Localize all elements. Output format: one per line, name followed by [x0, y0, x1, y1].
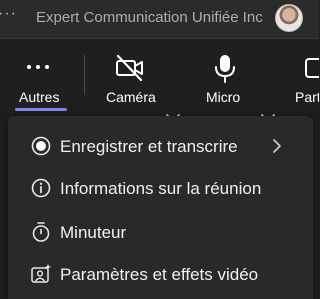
menu-item-label: Paramètres et effets vidéo	[60, 265, 259, 284]
menu-item-label: Minuteur	[60, 223, 127, 242]
microphone-icon	[215, 55, 235, 83]
avatar[interactable]	[275, 4, 303, 32]
more-dots-icon	[27, 65, 49, 69]
record-icon	[31, 136, 51, 156]
more-options-icon[interactable]: ···	[0, 5, 17, 23]
share-label: Parta	[295, 89, 319, 105]
title-bar: ··· Expert Communication Unifiée Inc	[0, 0, 319, 39]
more-actions-label: Autres	[19, 89, 60, 105]
microphone-button[interactable]: Micro	[200, 39, 250, 111]
more-actions-menu: Enregistrer et transcrire Informations s…	[8, 116, 313, 299]
timer-icon	[32, 222, 50, 242]
camera-label: Caméra	[106, 89, 156, 105]
meeting-title: Expert Communication Unifiée Inc	[36, 9, 263, 26]
meeting-toolbar: Autres Caméra Micro Parta	[0, 39, 319, 122]
menu-item-label: Informations sur la réunion	[60, 179, 262, 198]
video-effects-icon	[31, 264, 52, 283]
chevron-right-icon	[273, 139, 281, 153]
camera-off-icon	[116, 54, 143, 82]
info-icon	[31, 178, 51, 198]
toolbar-divider	[84, 55, 85, 95]
camera-button[interactable]: Caméra	[100, 39, 160, 111]
active-tab-indicator	[15, 108, 67, 111]
menu-item-label: Enregistrer et transcrire	[60, 137, 238, 156]
microphone-label: Micro	[206, 89, 241, 105]
menu-item-timer[interactable]: Minuteur	[8, 211, 313, 255]
menu-item-meeting-info[interactable]: Informations sur la réunion	[8, 167, 313, 211]
menu-item-video-settings[interactable]: Paramètres et effets vidéo	[8, 253, 313, 297]
more-actions-button[interactable]: Autres	[0, 39, 80, 111]
menu-item-record-transcribe[interactable]: Enregistrer et transcrire	[8, 125, 313, 169]
share-button[interactable]: Parta	[290, 39, 319, 111]
share-icon	[305, 58, 319, 78]
